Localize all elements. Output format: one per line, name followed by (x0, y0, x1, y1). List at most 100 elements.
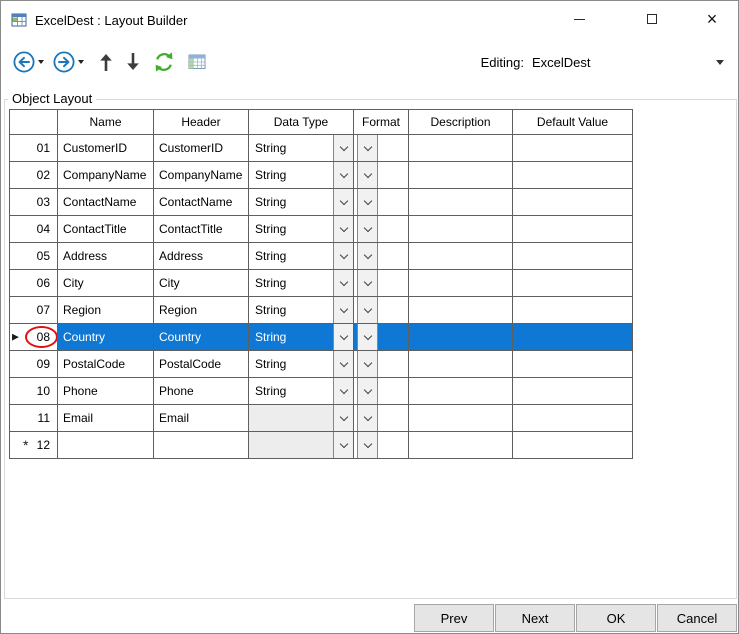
data-type-dropdown-button[interactable] (333, 378, 353, 404)
refresh-button[interactable] (153, 51, 175, 73)
close-button[interactable]: × (690, 3, 734, 35)
description-cell[interactable] (409, 270, 513, 297)
format-dropdown-button[interactable] (357, 405, 378, 431)
format-cell[interactable] (354, 189, 409, 216)
data-type-cell[interactable]: String (249, 189, 354, 216)
row-number-cell[interactable]: 07 (10, 297, 58, 324)
format-dropdown-button[interactable] (357, 189, 378, 215)
name-cell[interactable]: ContactTitle (58, 216, 154, 243)
cancel-button[interactable]: Cancel (657, 604, 737, 632)
row-number-cell[interactable]: 03 (10, 189, 58, 216)
name-cell[interactable]: CompanyName (58, 162, 154, 189)
prev-button[interactable]: Prev (414, 604, 494, 632)
minimize-button[interactable] (557, 3, 601, 35)
data-type-cell[interactable]: String (249, 162, 354, 189)
default-value-cell[interactable] (513, 432, 633, 459)
name-cell[interactable]: Country (58, 324, 154, 351)
default-value-cell[interactable] (513, 378, 633, 405)
column-header-name[interactable]: Name (58, 110, 154, 135)
format-dropdown-button[interactable] (357, 270, 378, 296)
default-value-cell[interactable] (513, 351, 633, 378)
move-up-button[interactable] (99, 52, 113, 72)
default-value-cell[interactable] (513, 135, 633, 162)
data-type-cell[interactable]: String (249, 270, 354, 297)
data-type-cell[interactable]: String (249, 378, 354, 405)
header-cell[interactable]: Phone (154, 378, 249, 405)
format-cell[interactable] (354, 432, 409, 459)
format-cell[interactable] (354, 162, 409, 189)
default-value-cell[interactable] (513, 405, 633, 432)
name-cell[interactable]: Phone (58, 378, 154, 405)
name-cell[interactable] (58, 432, 154, 459)
name-cell[interactable]: ContactName (58, 189, 154, 216)
data-type-dropdown-button[interactable] (333, 189, 353, 215)
format-cell[interactable] (354, 405, 409, 432)
description-cell[interactable] (409, 189, 513, 216)
header-cell[interactable]: Region (154, 297, 249, 324)
column-header-format[interactable]: Format (354, 110, 409, 135)
data-type-cell[interactable]: String (249, 135, 354, 162)
default-value-cell[interactable] (513, 162, 633, 189)
format-cell[interactable] (354, 243, 409, 270)
data-type-dropdown-button[interactable] (333, 351, 353, 377)
name-cell[interactable]: Email (58, 405, 154, 432)
row-number-cell[interactable]: *12 (10, 432, 58, 459)
data-type-cell[interactable]: String (249, 351, 354, 378)
format-dropdown-button[interactable] (357, 216, 378, 242)
description-cell[interactable] (409, 297, 513, 324)
row-number-cell[interactable]: 05 (10, 243, 58, 270)
default-value-cell[interactable] (513, 189, 633, 216)
data-type-cell[interactable]: String (249, 324, 354, 351)
column-header-header[interactable]: Header (154, 110, 249, 135)
editing-combobox[interactable]: ExcelDest (532, 55, 724, 70)
data-type-dropdown-button[interactable] (333, 135, 353, 161)
row-number-cell[interactable]: 10 (10, 378, 58, 405)
header-cell[interactable]: Country (154, 324, 249, 351)
data-type-cell[interactable] (249, 432, 354, 459)
header-cell[interactable]: ContactTitle (154, 216, 249, 243)
format-dropdown-button[interactable] (357, 324, 378, 350)
row-number-cell[interactable]: 09 (10, 351, 58, 378)
format-cell[interactable] (354, 270, 409, 297)
format-dropdown-button[interactable] (357, 432, 378, 458)
data-type-dropdown-button[interactable] (333, 432, 353, 458)
row-number-cell[interactable]: ▶08 (10, 324, 58, 351)
format-dropdown-button[interactable] (357, 135, 378, 161)
maximize-button[interactable] (630, 3, 674, 35)
description-cell[interactable] (409, 405, 513, 432)
data-type-dropdown-button[interactable] (333, 405, 353, 431)
description-cell[interactable] (409, 432, 513, 459)
ok-button[interactable]: OK (576, 604, 656, 632)
row-number-cell[interactable]: 04 (10, 216, 58, 243)
header-cell[interactable]: CompanyName (154, 162, 249, 189)
next-button[interactable]: Next (495, 604, 575, 632)
data-type-cell[interactable]: String (249, 216, 354, 243)
format-cell[interactable] (354, 135, 409, 162)
description-cell[interactable] (409, 243, 513, 270)
data-type-cell[interactable]: String (249, 297, 354, 324)
row-number-cell[interactable]: 02 (10, 162, 58, 189)
data-type-dropdown-button[interactable] (333, 324, 353, 350)
format-dropdown-button[interactable] (357, 378, 378, 404)
header-cell[interactable]: Address (154, 243, 249, 270)
name-cell[interactable]: City (58, 270, 154, 297)
export-excel-button[interactable] (188, 54, 206, 70)
format-cell[interactable] (354, 216, 409, 243)
default-value-cell[interactable] (513, 270, 633, 297)
header-cell[interactable]: ContactName (154, 189, 249, 216)
data-type-cell[interactable]: String (249, 243, 354, 270)
row-number-cell[interactable]: 06 (10, 270, 58, 297)
description-cell[interactable] (409, 135, 513, 162)
name-cell[interactable]: CustomerID (58, 135, 154, 162)
format-cell[interactable] (354, 297, 409, 324)
format-cell[interactable] (354, 378, 409, 405)
format-dropdown-button[interactable] (357, 297, 378, 323)
name-cell[interactable]: PostalCode (58, 351, 154, 378)
column-header-default-value[interactable]: Default Value (513, 110, 633, 135)
description-cell[interactable] (409, 162, 513, 189)
description-cell[interactable] (409, 324, 513, 351)
header-cell[interactable]: City (154, 270, 249, 297)
data-type-dropdown-button[interactable] (333, 243, 353, 269)
format-cell[interactable] (354, 324, 409, 351)
description-cell[interactable] (409, 216, 513, 243)
